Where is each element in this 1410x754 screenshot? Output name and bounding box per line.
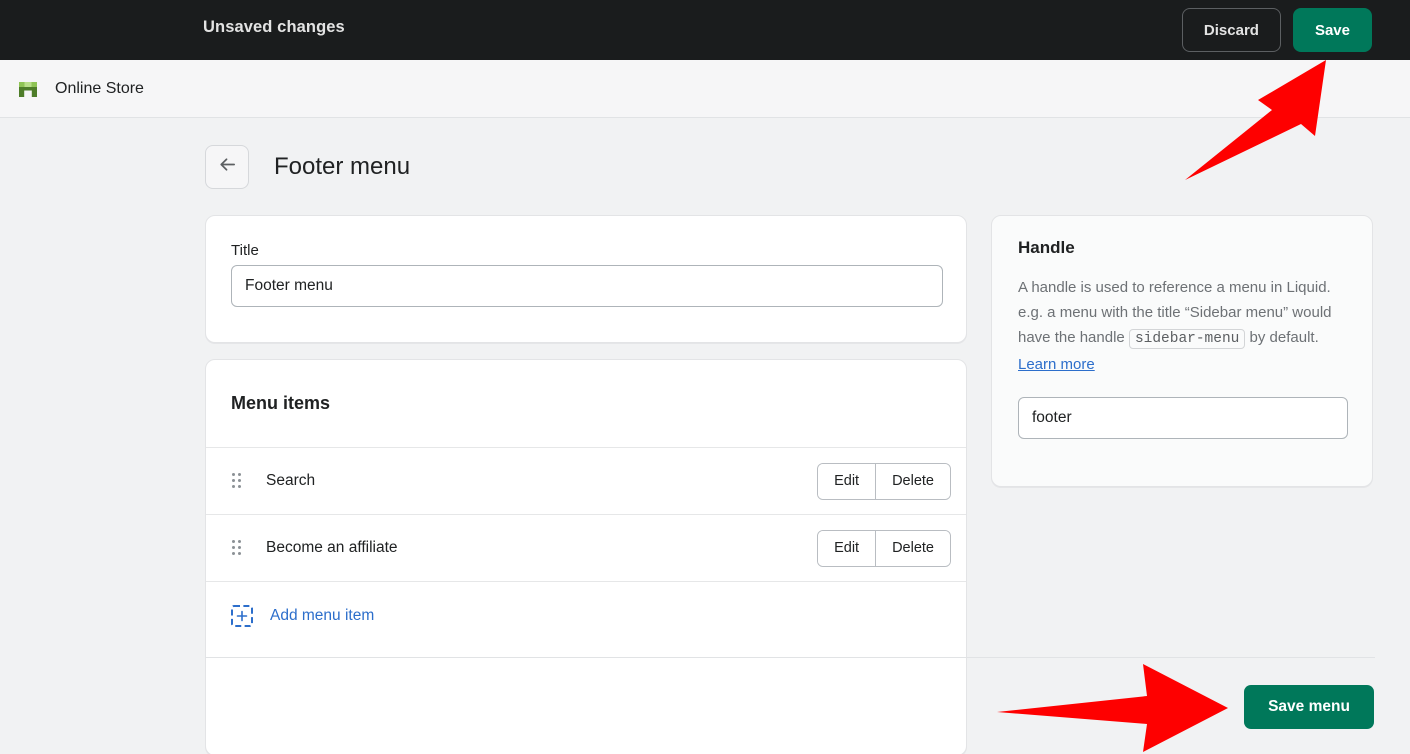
store-name-label: Online Store xyxy=(55,79,144,97)
add-menu-item-button[interactable]: Add menu item xyxy=(206,582,966,649)
row-actions: Edit Delete xyxy=(817,462,951,500)
store-bar: Online Store xyxy=(0,60,1410,118)
menu-items-heading: Menu items xyxy=(206,360,966,448)
edit-button[interactable]: Edit xyxy=(818,463,876,499)
title-input[interactable] xyxy=(231,265,943,307)
add-menu-item-label: Add menu item xyxy=(270,606,375,624)
drag-handle-icon[interactable] xyxy=(232,473,244,489)
handle-input[interactable] xyxy=(1018,397,1348,439)
title-card: Title xyxy=(205,215,967,343)
arrow-left-icon xyxy=(218,155,237,179)
save-menu-button[interactable]: Save menu xyxy=(1244,685,1374,729)
menu-item-label: Search xyxy=(266,472,316,489)
table-row[interactable]: Become an affiliate Edit Delete xyxy=(206,515,966,582)
menu-items-card: Menu items Search Edit Delete Become an … xyxy=(205,359,967,754)
title-field-label: Title xyxy=(231,242,259,259)
handle-card-title: Handle xyxy=(1018,238,1075,257)
menu-item-label: Become an affiliate xyxy=(266,539,398,556)
row-actions: Edit Delete xyxy=(817,529,951,567)
page-title: Footer menu xyxy=(274,153,411,180)
handle-card-description: A handle is used to reference a menu in … xyxy=(1018,275,1348,377)
page-header: Footer menu xyxy=(205,145,410,189)
page-body: Footer menu Title Menu items Search Edit… xyxy=(0,118,1410,754)
contextual-save-bar: Unsaved changes Discard Save xyxy=(0,0,1410,60)
app-screen: Unsaved changes Discard Save Online Stor… xyxy=(0,0,1410,754)
add-plus-icon xyxy=(231,604,253,627)
table-row[interactable]: Search Edit Delete xyxy=(206,448,966,515)
learn-more-link[interactable]: Learn more xyxy=(1018,356,1095,373)
delete-button[interactable]: Delete xyxy=(875,530,950,566)
edit-button[interactable]: Edit xyxy=(818,530,876,566)
back-button[interactable] xyxy=(205,145,249,189)
handle-desc-part2: by default. xyxy=(1245,329,1319,346)
discard-button[interactable]: Discard xyxy=(1181,8,1281,52)
drag-handle-icon[interactable] xyxy=(232,540,244,556)
handle-code-chip: sidebar-menu xyxy=(1128,329,1246,349)
save-button[interactable]: Save xyxy=(1292,8,1372,52)
save-bar-actions: Discard Save xyxy=(1181,8,1372,52)
handle-card: Handle A handle is used to reference a m… xyxy=(991,215,1373,487)
footer-divider xyxy=(205,657,1375,658)
shop-icon xyxy=(15,76,41,102)
unsaved-changes-label: Unsaved changes xyxy=(203,18,345,36)
delete-button[interactable]: Delete xyxy=(875,463,950,499)
